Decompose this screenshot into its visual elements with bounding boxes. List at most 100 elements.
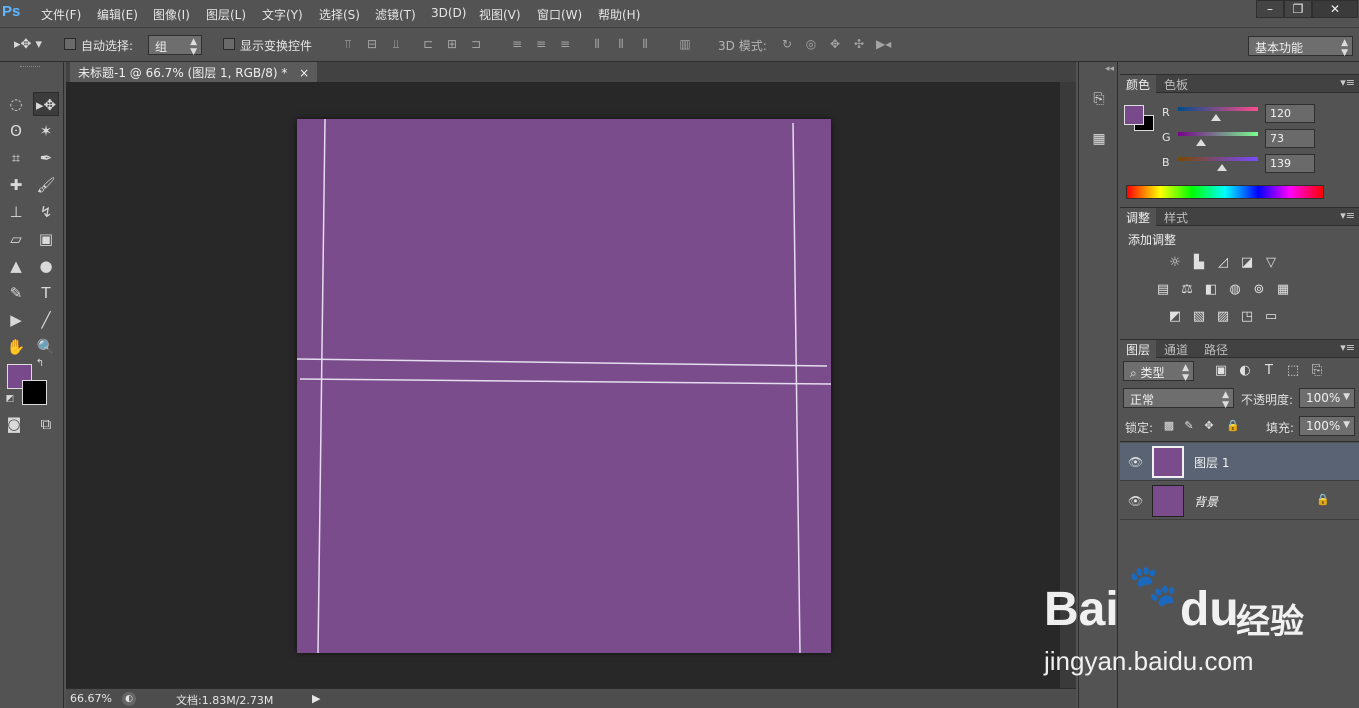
tab-layers[interactable]: 图层 [1120,340,1157,358]
3d-pan-icon[interactable]: ✥ [828,37,842,51]
close-button[interactable]: ✕ [1312,0,1358,18]
menu-file[interactable]: 文件(F) [41,6,81,23]
gradient-map-icon[interactable]: ▭ [1262,308,1280,326]
clone-stamp-tool-icon[interactable]: ⊥ [3,200,29,224]
tab-paths[interactable]: 路径 [1198,340,1234,358]
collapse-dock-icon[interactable]: ◂◂ [1105,64,1114,74]
dodge-tool-icon[interactable]: ● [33,254,59,278]
lock-transparent-icon[interactable]: ▩ [1160,417,1178,435]
color-spectrum-ramp[interactable] [1126,185,1324,199]
blend-mode-dropdown[interactable]: 正常 ▲ ▼ [1123,388,1234,410]
type-tool-icon[interactable]: T [33,281,59,305]
healing-brush-tool-icon[interactable]: ✚ [3,173,29,197]
3d-rotate-icon[interactable]: ↻ [780,37,794,51]
panel-menu-icon[interactable]: ▾≡ [1340,209,1355,222]
selective-color-icon[interactable]: ◳ [1238,308,1256,326]
channel-g-thumb[interactable] [1196,139,1207,146]
posterize-icon[interactable]: ▧ [1190,308,1208,326]
menu-layer[interactable]: 图层(L) [206,6,246,23]
status-menu-arrow-icon[interactable]: ▶ [312,692,320,705]
brightness-contrast-icon[interactable]: ☼ [1166,254,1184,272]
fill-input[interactable]: 100% ▼ [1299,416,1355,436]
auto-align-icon[interactable]: ▥ [678,37,692,51]
filter-adjustment-icon[interactable]: ◐ [1236,362,1254,380]
align-bottom-icon[interactable]: ⫫ [389,37,403,51]
auto-select-checkbox[interactable] [64,38,76,50]
channel-g-input[interactable]: 73 [1265,129,1315,148]
zoom-tool-icon[interactable]: 🔍 [33,335,59,359]
swap-colors-icon[interactable]: ↰ [33,357,47,371]
tab-channels[interactable]: 通道 [1158,340,1194,358]
layer-name[interactable]: 背景 [1194,493,1218,510]
export-icon[interactable]: ◐ [122,692,136,706]
hand-tool-icon[interactable]: ✋ [3,335,29,359]
minimize-button[interactable]: – [1256,0,1284,18]
layer-row-background[interactable]: 👁 背景 🔒 [1120,482,1359,520]
vertical-scrollbar[interactable] [1060,82,1076,688]
panel-menu-icon[interactable]: ▾≡ [1340,76,1355,89]
menu-view[interactable]: 视图(V) [479,6,521,23]
history-brush-tool-icon[interactable]: ↯ [33,200,59,224]
filter-pixel-icon[interactable]: ▣ [1212,362,1230,380]
move-tool-icon[interactable]: ▸✥ [33,92,59,116]
levels-icon[interactable]: ▙ [1190,254,1208,272]
quick-mask-icon[interactable]: ◙ [1,412,27,436]
magic-wand-tool-icon[interactable]: ✶ [33,119,59,143]
channel-r-slider[interactable] [1178,107,1258,111]
lock-position-icon[interactable]: ✥ [1200,417,1218,435]
visibility-eye-icon[interactable]: 👁 [1128,455,1143,469]
crop-tool-icon[interactable]: ⌗ [3,146,29,170]
threshold-icon[interactable]: ▨ [1214,308,1232,326]
document-tab[interactable]: 未标题-1 @ 66.7% (图层 1, RGB/8) * × [70,62,318,82]
history-panel-icon[interactable]: ⎘ [1088,88,1110,110]
blur-tool-icon[interactable]: ▲ [3,254,29,278]
visibility-eye-icon[interactable]: 👁 [1128,494,1143,508]
menu-image[interactable]: 图像(I) [153,6,190,23]
screen-mode-icon[interactable]: ⧉ [33,412,59,436]
layer-row-layer-1[interactable]: 👁 图层 1 [1120,443,1359,481]
align-vcenter-icon[interactable]: ⊟ [365,37,379,51]
properties-panel-icon[interactable]: ▦ [1088,128,1110,150]
menu-edit[interactable]: 编辑(E) [97,6,138,23]
gradient-tool-icon[interactable]: ▣ [33,227,59,251]
workspace-dropdown[interactable]: 基本功能 ▲ ▼ [1248,36,1353,58]
opacity-input[interactable]: 100% ▼ [1299,388,1355,408]
filter-shape-icon[interactable]: ⬚ [1284,362,1302,380]
layer-name[interactable]: 图层 1 [1194,454,1229,471]
menu-window[interactable]: 窗口(W) [537,6,582,23]
channel-b-thumb[interactable] [1217,164,1227,171]
black-white-icon[interactable]: ◧ [1202,281,1220,299]
auto-select-dropdown[interactable]: 组 ▲ ▼ [148,35,202,57]
channel-r-input[interactable]: 120 [1265,104,1315,123]
marquee-tool-icon[interactable]: ◌ [3,92,29,116]
3d-slide-icon[interactable]: ✣ [852,37,866,51]
menu-filter[interactable]: 滤镜(T) [375,6,416,23]
channel-r-thumb[interactable] [1210,114,1221,121]
distribute-vcenter-icon[interactable]: ≡ [534,37,548,51]
channel-b-input[interactable]: 139 [1265,154,1315,173]
align-left-icon[interactable]: ⊏ [421,37,435,51]
invert-icon[interactable]: ◩ [1166,308,1184,326]
3d-scale-icon[interactable]: ▶◂ [876,37,891,51]
close-tab-icon[interactable]: × [299,66,309,80]
tab-swatches[interactable]: 色板 [1158,75,1194,93]
document-canvas[interactable] [297,119,831,653]
tab-adjustments[interactable]: 调整 [1120,208,1157,226]
move-tool-preset-icon[interactable]: ▸✥ ▾ [14,37,42,52]
align-hcenter-icon[interactable]: ⊞ [445,37,459,51]
restore-button[interactable]: ❐ [1284,0,1312,18]
menu-type[interactable]: 文字(Y) [262,6,303,23]
lasso-tool-icon[interactable]: ʘ [3,119,29,143]
menu-help[interactable]: 帮助(H) [598,6,640,23]
filter-smart-object-icon[interactable]: ⎘ [1308,362,1326,380]
lock-all-icon[interactable]: 🔒 [1224,417,1242,435]
distribute-bottom-icon[interactable]: ≡ [558,37,572,51]
channel-g-slider[interactable] [1178,132,1258,136]
brush-tool-icon[interactable]: 🖌 [33,173,59,197]
channel-b-slider[interactable] [1178,157,1258,161]
zoom-level[interactable]: 66.67% [70,692,112,705]
line-tool-icon[interactable]: ╱ [33,308,59,332]
menu-3d[interactable]: 3D(D) [431,6,466,20]
menu-select[interactable]: 选择(S) [319,6,360,23]
default-colors-icon[interactable]: ◩ [3,392,17,406]
